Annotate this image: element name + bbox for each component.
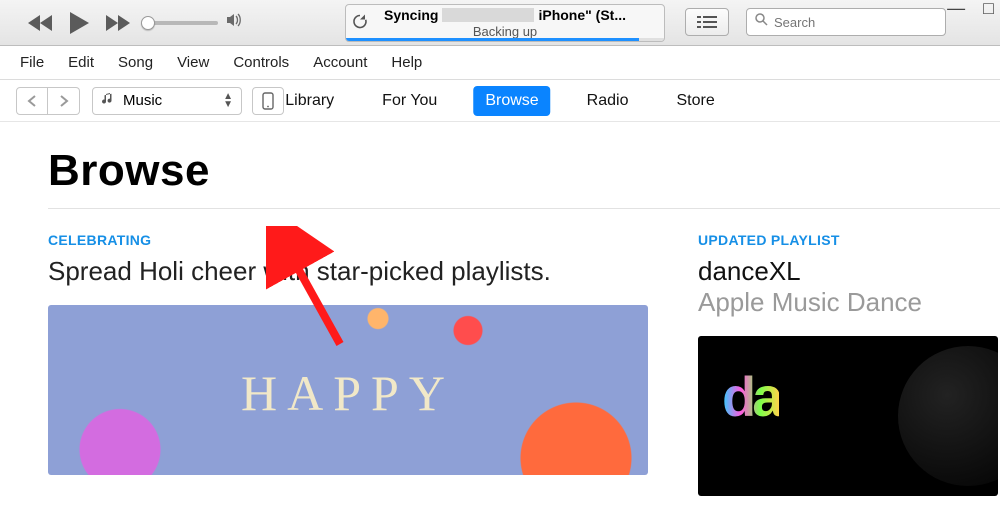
artwork-text: da (722, 364, 779, 429)
card-title: danceXL (698, 256, 998, 287)
feature-cards: CELEBRATING Spread Holi cheer with star-… (48, 232, 1000, 496)
phone-icon (262, 92, 274, 110)
section-tabs: Library For You Browse Radio Store (273, 86, 726, 116)
media-picker[interactable]: Music ▲▼ (92, 87, 242, 115)
maximize-icon[interactable]: □ (983, 2, 994, 14)
card-artwork: da (698, 336, 998, 496)
nav-forward-button[interactable] (48, 87, 80, 115)
status-lcd: Syncing iPhone" (St... Backing up (345, 4, 665, 42)
card-artwork: HAPPY (48, 305, 648, 475)
card-eyebrow: UPDATED PLAYLIST (698, 232, 998, 248)
lcd-sync-prefix: Syncing (384, 7, 438, 23)
tab-library[interactable]: Library (273, 86, 346, 116)
search-icon (755, 13, 768, 31)
page-title: Browse (48, 146, 1000, 196)
sync-progress-bar (346, 38, 664, 41)
volume-slider[interactable] (148, 13, 242, 32)
menu-bar: File Edit Song View Controls Account Hel… (0, 46, 1000, 80)
search-input[interactable] (774, 15, 950, 30)
minimize-icon[interactable]: — (947, 2, 965, 14)
content-area: Browse CELEBRATING Spread Holi cheer wit… (0, 122, 1000, 531)
menu-account[interactable]: Account (301, 48, 379, 77)
lcd-primary-text: Syncing iPhone" (St... (384, 7, 626, 23)
artwork-text: HAPPY (241, 364, 455, 422)
tab-store[interactable]: Store (664, 86, 726, 116)
feature-card-playlist[interactable]: UPDATED PLAYLIST danceXL Apple Music Dan… (698, 232, 998, 496)
playback-controls (28, 11, 130, 35)
card-heading: Spread Holi cheer with star-picked playl… (48, 256, 648, 287)
window-controls: — □ (947, 2, 994, 14)
sync-icon (352, 14, 368, 33)
nav-back-button[interactable] (16, 87, 48, 115)
up-next-button[interactable] (685, 8, 729, 36)
card-eyebrow: CELEBRATING (48, 232, 648, 248)
menu-song[interactable]: Song (106, 48, 165, 77)
nav-buttons (16, 87, 80, 115)
play-icon[interactable] (68, 11, 90, 35)
media-picker-label: Music (123, 92, 162, 109)
menu-help[interactable]: Help (379, 48, 434, 77)
previous-track-icon[interactable] (28, 14, 54, 32)
search-field[interactable] (746, 8, 946, 36)
menu-controls[interactable]: Controls (221, 48, 301, 77)
redacted-device-name (442, 8, 534, 22)
volume-icon (226, 13, 242, 32)
menu-file[interactable]: File (8, 48, 56, 77)
tab-for-you[interactable]: For You (370, 86, 449, 116)
toolbar: Music ▲▼ Library For You Browse Radio St… (0, 80, 1000, 122)
lcd-sync-suffix: iPhone" (St... (538, 7, 626, 23)
next-track-icon[interactable] (104, 14, 130, 32)
playback-bar: Syncing iPhone" (St... Backing up — □ (0, 0, 1000, 46)
menu-view[interactable]: View (165, 48, 221, 77)
card-subtitle: Apple Music Dance (698, 287, 998, 318)
music-icon (101, 92, 115, 110)
divider (48, 208, 1000, 209)
feature-card-celebrating[interactable]: CELEBRATING Spread Holi cheer with star-… (48, 232, 648, 496)
tab-browse[interactable]: Browse (473, 86, 550, 116)
lcd-secondary-text: Backing up (473, 24, 537, 39)
tab-radio[interactable]: Radio (575, 86, 641, 116)
menu-edit[interactable]: Edit (56, 48, 106, 77)
chevron-updown-icon: ▲▼ (223, 93, 233, 109)
